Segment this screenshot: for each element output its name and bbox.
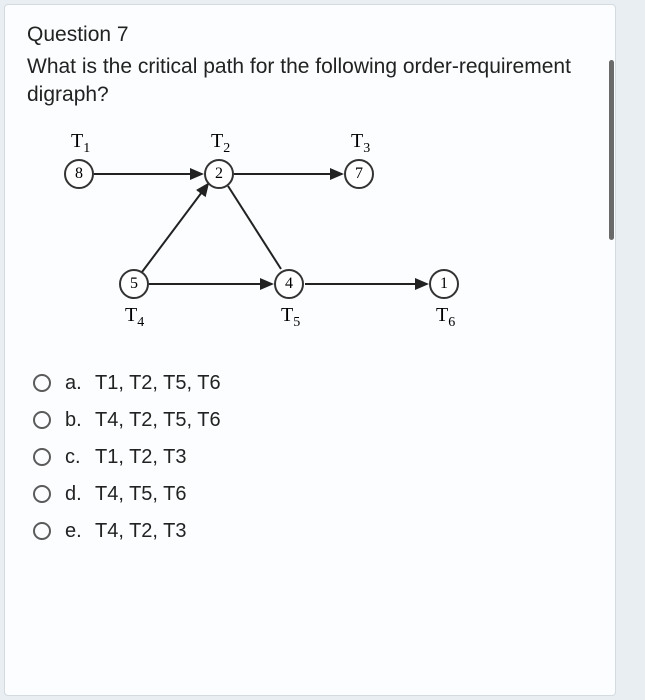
option-text: T4, T2, T5, T6 (95, 409, 221, 432)
option-letter: b. (65, 409, 95, 432)
task-label-t1: T1 (71, 130, 90, 157)
digraph-figure: T1 T2 T3 8 2 7 5 4 1 T4 T5 T6 (47, 124, 547, 354)
scrollbar-thumb[interactable] (609, 60, 614, 240)
option-text: T1, T2, T5, T6 (95, 372, 221, 395)
option-letter: a. (65, 372, 95, 395)
question-prompt: What is the critical path for the follow… (27, 53, 593, 110)
option-a[interactable]: a. T1, T2, T5, T6 (33, 372, 593, 395)
option-letter: e. (65, 520, 95, 543)
option-text: T4, T2, T3 (95, 520, 187, 543)
radio-c[interactable] (33, 448, 51, 466)
node-t5: 4 (274, 269, 304, 299)
option-b[interactable]: b. T4, T2, T5, T6 (33, 409, 593, 432)
question-card: Question 7 What is the critical path for… (4, 4, 616, 696)
radio-e[interactable] (33, 522, 51, 540)
task-label-t4: T4 (125, 304, 144, 331)
node-t6: 1 (429, 269, 459, 299)
radio-d[interactable] (33, 485, 51, 503)
option-c[interactable]: c. T1, T2, T3 (33, 446, 593, 469)
option-d[interactable]: d. T4, T5, T6 (33, 483, 593, 506)
option-letter: d. (65, 483, 95, 506)
node-t2: 2 (204, 159, 234, 189)
option-text: T4, T5, T6 (95, 483, 187, 506)
page-container: Question 7 What is the critical path for… (0, 0, 620, 700)
radio-a[interactable] (33, 374, 51, 392)
option-text: T1, T2, T3 (95, 446, 187, 469)
option-letter: c. (65, 446, 95, 469)
options-list: a. T1, T2, T5, T6 b. T4, T2, T5, T6 c. T… (27, 372, 593, 543)
radio-b[interactable] (33, 411, 51, 429)
option-e[interactable]: e. T4, T2, T3 (33, 520, 593, 543)
task-label-t6: T6 (436, 304, 455, 331)
task-label-t5: T5 (281, 304, 300, 331)
task-label-t2: T2 (211, 130, 230, 157)
node-t1: 8 (64, 159, 94, 189)
task-label-t3: T3 (351, 130, 370, 157)
question-number: Question 7 (27, 23, 593, 47)
node-t3: 7 (344, 159, 374, 189)
node-t4: 5 (119, 269, 149, 299)
